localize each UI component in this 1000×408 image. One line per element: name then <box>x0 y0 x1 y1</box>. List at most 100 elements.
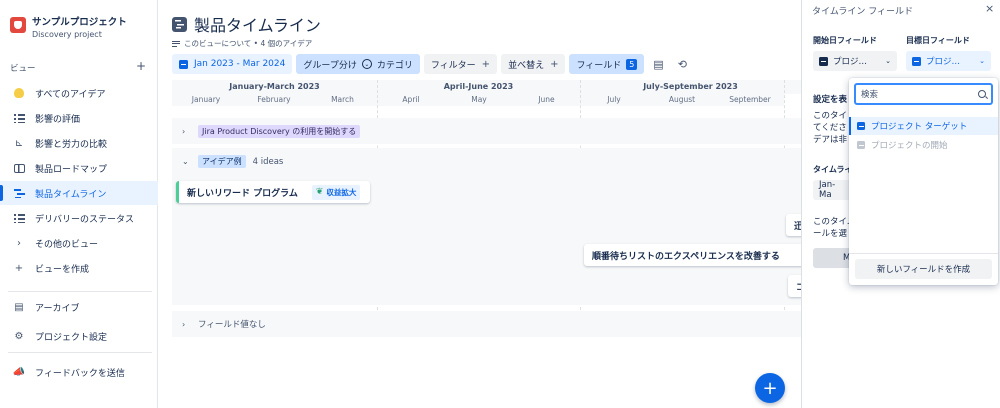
month-header: May <box>445 94 513 106</box>
sidebar-item-label: 製品ロードマップ <box>35 164 108 175</box>
month-header: July <box>580 94 648 106</box>
group-row-no-value[interactable]: › フィールド値なし <box>172 311 801 337</box>
calendar-icon <box>857 122 865 130</box>
project-header[interactable]: サンプルプロジェクト Discovery project <box>10 14 127 39</box>
sprout-icon: ❦ <box>315 187 324 197</box>
start-date-select[interactable]: プロジ… ⌄ <box>813 51 897 71</box>
view-toolbar: Jan 2023 - Mar 2024 グループ分け ⌄ カテゴリ フィルター … <box>172 54 696 74</box>
dropdown-divider <box>849 253 998 254</box>
group-header[interactable]: ⌄ アイデア例 4 ideas <box>182 155 283 168</box>
field-option-label: プロジェクトの開始 <box>871 141 948 151</box>
sidebar-item-all-ideas[interactable]: すべてのアイデア <box>0 81 158 105</box>
close-icon[interactable]: × <box>985 2 994 15</box>
group-by-value: カテゴリ <box>376 60 413 71</box>
sidebar-item-product-roadmap[interactable]: 製品ロードマップ <box>0 156 158 180</box>
calendar-icon <box>819 56 828 66</box>
page-title[interactable]: 製品タイムライン <box>194 12 321 36</box>
timeline-icon <box>13 187 25 199</box>
fields-label: フィールド <box>576 60 622 71</box>
search-placeholder: 検索 <box>861 90 879 100</box>
plus-icon: + <box>481 58 491 70</box>
archive-icon: ▤ <box>14 301 24 313</box>
target-date-select[interactable]: プロジ… ⌄ <box>906 51 991 71</box>
sidebar-item-label: アーカイブ <box>35 303 80 314</box>
sort-button[interactable]: 並べ替え + <box>501 54 566 74</box>
sidebar-item-more-views[interactable]: › その他のビュー <box>0 231 158 255</box>
config-heading: 設定を表 <box>813 95 848 105</box>
month-header: February <box>240 94 308 106</box>
sidebar-divider <box>8 352 152 353</box>
date-range-button[interactable]: Jan 2023 - Mar 2024 <box>172 54 293 74</box>
idea-card[interactable]: 迅 <box>786 214 801 236</box>
chevron-right-icon[interactable]: › <box>182 127 190 136</box>
filter-label: フィルター <box>430 60 476 71</box>
field-option-project-start: プロジェクトの開始 <box>849 136 998 154</box>
project-subtitle: Discovery project <box>32 30 102 39</box>
target-date-value: プロジ… <box>926 57 961 67</box>
config-desc-line: デアは非 <box>813 135 848 145</box>
chevron-down-icon: ⌄ <box>979 57 985 65</box>
idea-title: 順番待ちリストのエクスペリエンスを改善する <box>592 251 780 262</box>
auto-save-icon[interactable]: ⟲ <box>672 54 692 74</box>
goal-tag: ❦ 収益拡大 <box>311 184 361 200</box>
config-desc-line: てくださ <box>813 123 847 133</box>
sidebar-item-project-settings[interactable]: ⚙ プロジェクト設定 <box>0 324 158 348</box>
sidebar-item-feedback[interactable]: 📣 フィードバックを送信 <box>0 360 158 384</box>
sidebar-item-label: プロジェクト設定 <box>35 332 108 343</box>
sidebar-item-impact-rating[interactable]: 影響の評価 <box>0 106 158 130</box>
sidebar-divider <box>8 291 152 292</box>
sort-label: 並べ替え <box>508 60 545 71</box>
chevron-down-icon: ⌄ <box>885 57 891 65</box>
add-view-icon[interactable]: + <box>136 60 146 74</box>
sidebar-item-label: その他のビュー <box>35 239 99 250</box>
group-by-button[interactable]: グループ分け ⌄ カテゴリ <box>296 54 420 74</box>
sidebar-item-label: デリバリーのステータス <box>35 214 135 225</box>
sidebar-item-archive[interactable]: ▤ アーカイブ <box>0 295 158 319</box>
sidebar-item-product-timeline[interactable]: 製品タイムライン <box>0 181 158 205</box>
chevron-down-circle-icon: ⌄ <box>361 59 372 69</box>
start-date-value: プロジ… <box>833 57 868 67</box>
gear-icon: ⚙ <box>14 330 24 342</box>
megaphone-icon: 📣 <box>12 366 26 378</box>
sidebar-item-label: ビューを作成 <box>35 264 90 275</box>
timeline-range-label: タイムライ <box>813 165 853 174</box>
filter-button[interactable]: フィルター + <box>423 54 498 74</box>
main-content: 製品タイムライン このビューについて • 4 個のアイデア Jan 2023 -… <box>158 0 801 408</box>
create-idea-button[interactable]: + <box>755 373 785 403</box>
month-header: January <box>172 94 240 106</box>
project-name: サンプルプロジェクト <box>32 17 127 28</box>
group-lozenge: アイデア例 <box>198 155 246 168</box>
create-field-button[interactable]: 新しいフィールドを作成 <box>855 259 992 279</box>
matrix-icon: ⊾ <box>14 137 24 149</box>
idea-title: 迅 <box>794 221 801 232</box>
group-by-label: グループ分け <box>303 60 357 71</box>
timeline-range-select[interactable]: Jan-Ma <box>813 180 853 200</box>
plus-icon: + <box>14 262 24 274</box>
lightbulb-icon <box>13 87 25 99</box>
chevron-down-icon[interactable]: ⌄ <box>182 157 190 166</box>
timeline-range-value: Jan-Ma <box>819 180 836 200</box>
sidebar-item-delivery-status[interactable]: デリバリーのステータス <box>0 206 158 230</box>
sidebar: サンプルプロジェクト Discovery project ビュー + すべてのア… <box>0 0 158 408</box>
field-search-input[interactable]: 検索 <box>854 83 993 105</box>
chevron-right-icon[interactable]: › <box>182 320 190 329</box>
goal-tag-label: 収益拡大 <box>326 187 357 197</box>
sidebar-item-create-view[interactable]: + ビューを作成 <box>0 256 158 280</box>
quarter-header: July-September 2023 <box>580 80 801 94</box>
group-label: フィールド値なし <box>198 320 266 330</box>
group-header: › フィールド値なし <box>182 318 266 331</box>
quarter-header: April-June 2023 <box>377 80 580 94</box>
panel-action-button[interactable]: M <box>813 248 853 268</box>
view-description[interactable]: このビューについて • 4 個のアイデア <box>172 38 312 49</box>
sidebar-item-label: 製品タイムライン <box>35 189 107 200</box>
field-option-project-target[interactable]: プロジェクト ターゲット <box>849 117 998 135</box>
layout-settings-icon[interactable]: ▤ <box>648 54 668 74</box>
board-icon <box>13 162 25 174</box>
idea-card[interactable]: 順番待ちリストのエクスペリエンスを改善する <box>584 244 801 266</box>
group-row-getting-started[interactable]: › Jira Product Discovery の利用を開始する <box>172 118 801 144</box>
idea-card[interactable]: コ <box>788 275 801 297</box>
idea-card[interactable]: 新しいリワード プログラム ❦ 収益拡大 <box>176 181 370 203</box>
sidebar-item-impact-effort[interactable]: ⊾ 影響と労力の比較 <box>0 131 158 155</box>
fields-button[interactable]: フィールド 5 <box>569 54 645 74</box>
start-date-label: 開始日フィールド <box>813 36 877 45</box>
